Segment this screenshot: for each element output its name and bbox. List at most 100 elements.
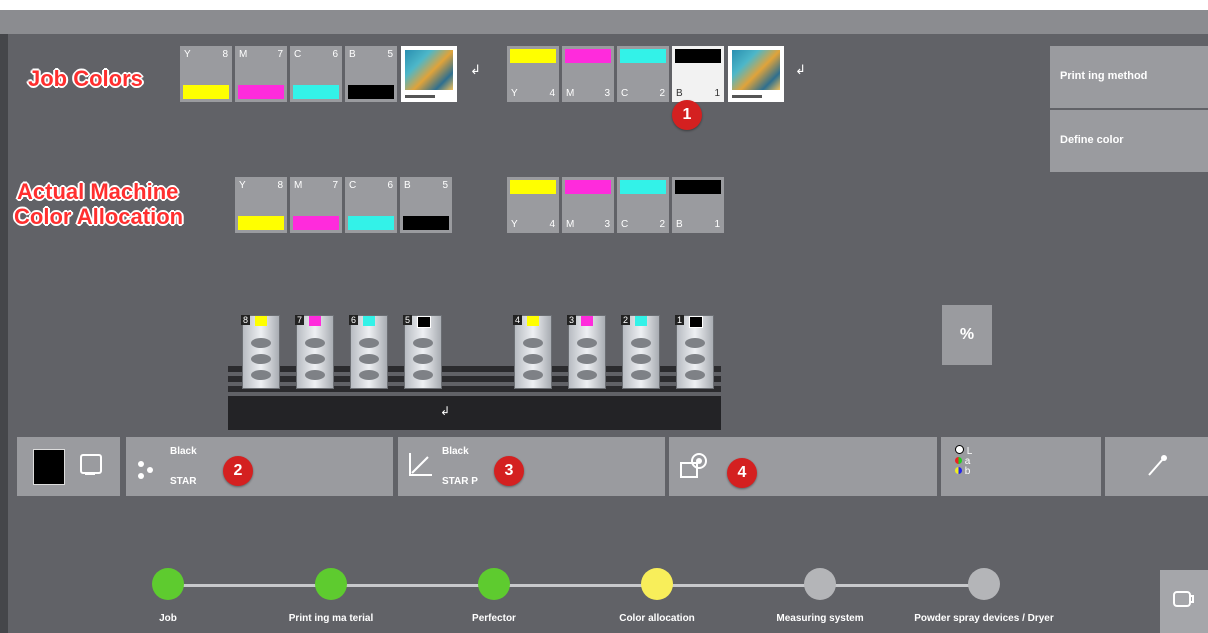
display-mode-button[interactable] (17, 437, 120, 496)
tile-number: 8 (277, 180, 283, 191)
annotation-badge-3: 3 (494, 456, 524, 486)
job-color-tile-b1-selected[interactable]: B 1 (672, 46, 724, 102)
define-color-button[interactable]: Define color (1050, 110, 1208, 172)
job-color-tile-m7[interactable]: M 7 (235, 46, 287, 102)
printing-unit-7[interactable]: 7 (295, 315, 334, 389)
printing-unit-3[interactable]: 3 (567, 315, 606, 389)
roller (305, 354, 325, 364)
step-job-label: Job (159, 613, 177, 624)
step-powder-spray-dot[interactable] (968, 568, 1000, 600)
unit-number: 2 (621, 315, 631, 325)
tile-number: 3 (604, 88, 610, 99)
tile-letter: Y (511, 88, 518, 99)
tile-letter: B (404, 180, 411, 191)
job-color-tile-b5[interactable]: B 5 (345, 46, 397, 102)
preview-caption (405, 95, 435, 98)
tile-number: 5 (442, 180, 448, 191)
printing-unit-2[interactable]: 2 (621, 315, 660, 389)
roller (523, 370, 543, 380)
color-swatch (675, 180, 721, 194)
printing-unit-6[interactable]: 6 (349, 315, 388, 389)
left-edge (0, 34, 8, 633)
job-color-tile-m3[interactable]: M 3 (562, 46, 614, 102)
dots-icon (147, 467, 153, 473)
job-color-tile-y8[interactable]: Y 8 (180, 46, 232, 102)
roller (251, 354, 271, 364)
define-color-label: Define color (1060, 134, 1124, 146)
workflow-progress-line (168, 584, 984, 587)
printing-unit-5[interactable]: 5 (403, 315, 442, 389)
step-color-allocation-dot[interactable] (641, 568, 673, 600)
step-perfector-dot[interactable] (478, 568, 510, 600)
title-bar (0, 10, 1208, 34)
job-color-tile-y4[interactable]: Y 4 (507, 46, 559, 102)
printing-unit-8[interactable]: 8 (241, 315, 280, 389)
unit-number: 7 (295, 315, 305, 325)
corner-action-button[interactable] (1160, 570, 1208, 633)
tile-number: 6 (332, 49, 338, 60)
roller (305, 370, 325, 380)
annotation-badge-4: 4 (727, 458, 757, 488)
tile-number: 1 (714, 88, 720, 99)
unit-color-swatch (689, 316, 703, 328)
machine-color-tile-m7[interactable]: M 7 (290, 177, 342, 233)
unit-color-swatch (417, 316, 431, 328)
eyedropper-icon (1148, 455, 1167, 476)
window-top-strip (0, 0, 1208, 10)
machine-color-tile-y8[interactable]: Y 8 (235, 177, 287, 233)
unit-number: 5 (403, 315, 413, 325)
unit-color-swatch (527, 316, 539, 326)
step-job-dot[interactable] (152, 568, 184, 600)
printing-method-button[interactable]: Print ing method (1050, 46, 1208, 108)
starp-measurement-button[interactable]: Black STAR P (398, 437, 665, 496)
preview-image (732, 50, 780, 90)
printing-unit-4[interactable]: 4 (513, 315, 552, 389)
preview-caption (732, 95, 762, 98)
lab-values-button[interactable]: L a b (941, 437, 1101, 496)
unit-number: 8 (241, 315, 251, 325)
step-printing-material-dot[interactable] (315, 568, 347, 600)
tile-number: 5 (387, 49, 393, 60)
tile-letter: Y (239, 180, 246, 191)
step-measuring-system-dot[interactable] (804, 568, 836, 600)
roller (523, 354, 543, 364)
job-preview-thumbnail-right[interactable] (728, 46, 784, 102)
color-swatch (238, 85, 284, 99)
roller (631, 370, 651, 380)
eyedropper-button[interactable] (1105, 437, 1208, 496)
roller (577, 354, 597, 364)
color-swatch (183, 85, 229, 99)
dots-icon (138, 461, 144, 467)
machine-color-tile-c2[interactable]: C 2 (617, 177, 669, 233)
return-arrow-icon: ↲ (470, 62, 481, 77)
machine-color-tile-b1[interactable]: B 1 (672, 177, 724, 233)
tile-number: 4 (549, 219, 555, 230)
unit-number: 1 (675, 315, 685, 325)
star-top-label: Black (170, 446, 197, 457)
machine-color-tile-y4[interactable]: Y 4 (507, 177, 559, 233)
machine-color-tile-c6[interactable]: C 6 (345, 177, 397, 233)
machine-color-tile-b5[interactable]: B 5 (400, 177, 452, 233)
job-color-tile-c6[interactable]: C 6 (290, 46, 342, 102)
lab-icon: L a b (955, 445, 972, 477)
color-swatch (620, 49, 666, 63)
roller (359, 370, 379, 380)
tile-letter: Y (184, 49, 191, 60)
roller (523, 338, 543, 348)
printing-method-label: Print ing method (1060, 70, 1148, 82)
tile-number: 4 (549, 88, 555, 99)
job-color-tile-c2[interactable]: C 2 (617, 46, 669, 102)
tile-number: 3 (604, 219, 610, 230)
machine-color-tile-m3[interactable]: M 3 (562, 177, 614, 233)
printing-unit-1[interactable]: 1 (675, 315, 714, 389)
job-preview-thumbnail-left[interactable] (401, 46, 457, 102)
star-measurement-button[interactable]: Black STAR (126, 437, 393, 496)
tile-letter: B (676, 88, 683, 99)
unit-color-swatch (309, 316, 321, 326)
roller (577, 370, 597, 380)
percent-button[interactable]: % (942, 305, 992, 365)
color-swatch (293, 85, 339, 99)
image-color-button[interactable] (669, 437, 937, 496)
color-swatch (238, 216, 284, 230)
color-swatch (510, 49, 556, 63)
